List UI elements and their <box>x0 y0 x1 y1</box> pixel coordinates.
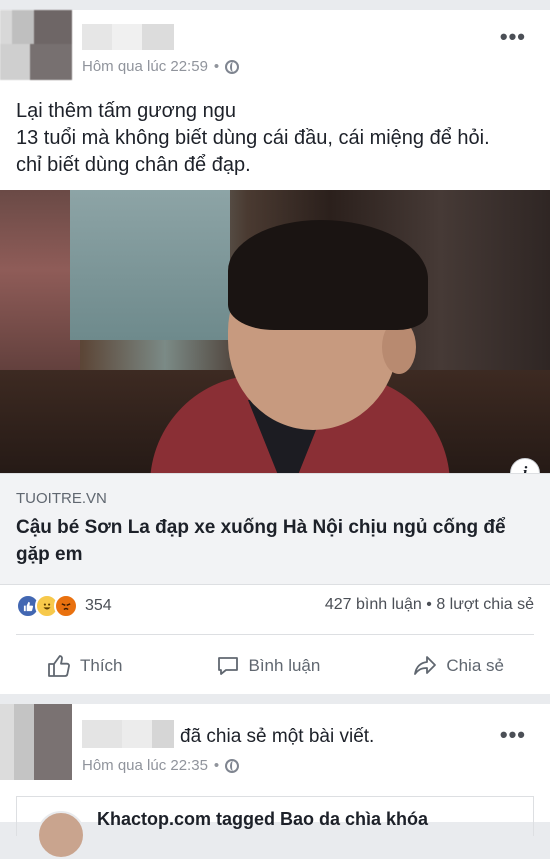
link-preview-image[interactable] <box>0 190 550 473</box>
avatar[interactable] <box>0 704 72 780</box>
post-timestamp[interactable]: Hôm qua lúc 22:59 <box>82 58 208 75</box>
post-text: Lại thêm tấm gương ngu 13 tuổi mà không … <box>16 98 536 179</box>
shared-post-header: Khactop.com tagged Bao da chìa khóa <box>97 809 429 829</box>
post-timestamp[interactable]: Hôm qua lúc 22:35 <box>82 757 208 774</box>
post-text-line: chỉ biết dùng chân để đạp. <box>16 154 251 176</box>
more-options-icon[interactable]: ••• <box>500 722 526 748</box>
meta-separator: • <box>213 757 220 774</box>
post-meta: Hôm qua lúc 22:59 • <box>82 58 240 75</box>
share-arrow-icon <box>414 656 437 675</box>
post-card: đã chia sẻ một bài viết. ••• Hôm qua lúc… <box>0 704 550 859</box>
link-preview[interactable]: TUOITRE.VN Cậu bé Sơn La đạp xe xuống Hà… <box>0 473 550 585</box>
comment-label: Bình luận <box>248 656 321 675</box>
post-card: Hôm qua lúc 22:59 • ••• Lại thêm tấm gươ… <box>0 10 550 694</box>
shared-post-text: đã chia sẻ một bài viết. <box>180 726 375 747</box>
post-text-line: Lại thêm tấm gương ngu <box>16 100 236 122</box>
more-options-icon[interactable]: ••• <box>500 24 526 50</box>
avatar[interactable] <box>0 10 72 80</box>
divider <box>16 634 534 635</box>
author-name-redacted[interactable] <box>82 720 174 748</box>
meta-separator: • <box>213 58 220 75</box>
shared-post-preview[interactable]: Khactop.com tagged Bao da chìa khóa <box>16 796 534 859</box>
like-label: Thích <box>79 656 123 675</box>
comments-shares-count[interactable]: 427 bình luận • 8 lượt chia sẻ <box>325 596 534 614</box>
angry-reaction-icon <box>54 594 78 618</box>
reactions-summary[interactable]: 354 <box>16 594 112 618</box>
post-text-line: 13 tuổi mà không biết dùng cái đầu, cái … <box>16 127 490 149</box>
share-button[interactable]: Chia sẻ <box>412 653 504 679</box>
like-button[interactable]: Thích <box>46 653 123 679</box>
comment-button[interactable]: Bình luận <box>215 653 321 679</box>
reaction-count: 354 <box>85 597 112 614</box>
thumbs-up-icon <box>48 655 70 677</box>
globe-icon <box>225 59 240 74</box>
post-meta: Hôm qua lúc 22:35 • <box>82 757 240 774</box>
author-name-redacted[interactable] <box>82 24 174 50</box>
globe-icon <box>225 758 240 773</box>
avatar[interactable] <box>37 811 85 859</box>
link-title[interactable]: Cậu bé Sơn La đạp xe xuống Hà Nội chịu n… <box>16 514 536 568</box>
speech-bubble-icon <box>217 657 238 675</box>
share-label: Chia sẻ <box>446 656 504 675</box>
action-bar: Thích Bình luận Chia sẻ <box>0 646 550 686</box>
link-domain: TUOITRE.VN <box>16 490 107 507</box>
